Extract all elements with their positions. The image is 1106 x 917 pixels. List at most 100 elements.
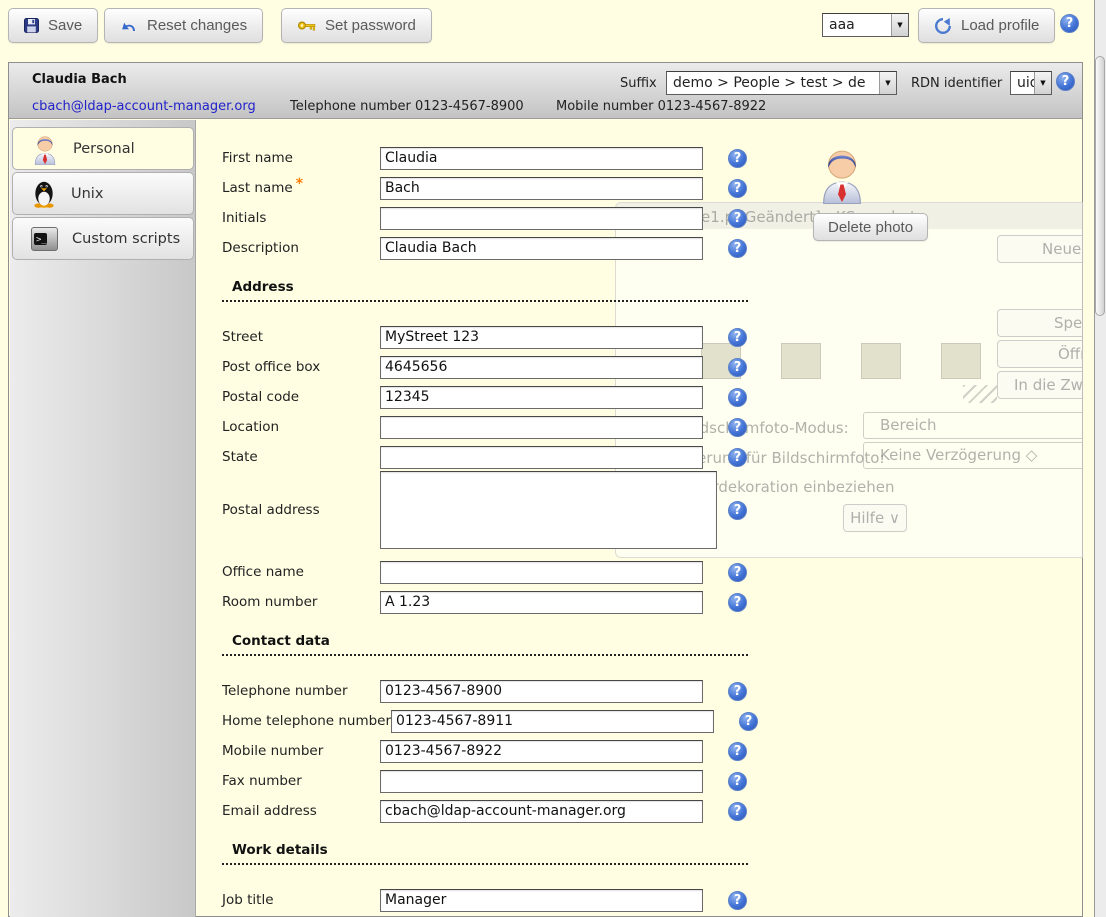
tab-custom-scripts[interactable]: >_ Custom scripts: [12, 217, 194, 260]
terminal-icon: >_: [31, 227, 58, 251]
section-heading-contact-data: Contact data: [222, 633, 748, 656]
account-name: Claudia Bach: [32, 72, 127, 87]
chevron-down-icon: ▼: [1034, 72, 1051, 94]
help-icon[interactable]: ?: [728, 501, 747, 520]
help-icon[interactable]: ?: [728, 179, 747, 198]
postal-address-textarea[interactable]: [380, 471, 717, 549]
form-row: Street ?: [222, 325, 747, 349]
tab-unix[interactable]: Unix: [12, 172, 194, 215]
job-title-label: Job title: [222, 892, 380, 908]
rdn-identifier-select[interactable]: uid ▼: [1010, 71, 1052, 95]
form-row: Home telephone number ?: [222, 709, 758, 733]
form-row: First name ?: [222, 146, 747, 170]
account-mobile: Mobile number 0123-4567-8922: [556, 99, 766, 114]
undo-icon: [120, 18, 138, 33]
state-label: State: [222, 449, 380, 465]
toolbar-help-icon[interactable]: ?: [1060, 14, 1079, 33]
help-icon[interactable]: ?: [728, 388, 747, 407]
help-icon[interactable]: ?: [728, 772, 747, 791]
user-photo[interactable]: [816, 142, 868, 208]
form-row: Fax number ?: [222, 769, 747, 793]
rdn-select-value: uid: [1011, 75, 1034, 91]
suffix-select[interactable]: demo > People > test > de ▼: [666, 71, 897, 95]
first-name-label: First name: [222, 150, 380, 166]
load-profile-label: Load profile: [961, 17, 1039, 34]
location-label: Location: [222, 419, 380, 435]
help-icon[interactable]: ?: [728, 802, 747, 821]
state-input[interactable]: [380, 446, 703, 469]
reset-changes-button[interactable]: Reset changes: [104, 8, 263, 43]
person-icon: [31, 132, 59, 165]
fax-number-input[interactable]: [380, 770, 703, 793]
help-icon[interactable]: ?: [728, 593, 747, 612]
email-address-input[interactable]: [380, 800, 703, 823]
post-office-box-input[interactable]: [380, 356, 703, 379]
delete-photo-label: Delete photo: [828, 219, 913, 236]
suffix-select-value: demo > People > test > de: [667, 75, 879, 91]
help-icon[interactable]: ?: [728, 563, 747, 582]
office-name-input[interactable]: [380, 561, 703, 584]
person-photo-icon: [816, 142, 868, 204]
form-row: Job title ?: [222, 888, 747, 912]
initials-input[interactable]: [380, 207, 703, 230]
reset-changes-label: Reset changes: [147, 17, 247, 34]
help-icon[interactable]: ?: [728, 682, 747, 701]
section-heading-work-details: Work details: [222, 842, 748, 865]
tab-personal[interactable]: Personal: [12, 127, 194, 170]
form-row: Last name* ?: [222, 176, 747, 200]
first-name-input[interactable]: [380, 147, 703, 170]
home-telephone-label: Home telephone number: [222, 713, 391, 729]
telephone-number-input[interactable]: [380, 680, 703, 703]
help-icon[interactable]: ?: [739, 712, 758, 731]
home-telephone-input[interactable]: [391, 710, 714, 733]
postal-code-input[interactable]: [380, 386, 703, 409]
office-name-label: Office name: [222, 564, 380, 580]
help-icon[interactable]: ?: [728, 742, 747, 761]
form-row: Location ?: [222, 415, 747, 439]
save-label: Save: [48, 17, 82, 34]
scrollbar-thumb[interactable]: [1095, 56, 1105, 316]
chevron-down-icon: ▼: [891, 14, 908, 36]
help-icon[interactable]: ?: [728, 149, 747, 168]
help-icon[interactable]: ?: [728, 358, 747, 377]
rdn-identifier-label: RDN identifier: [911, 76, 1002, 91]
section-heading-address: Address: [222, 279, 748, 302]
form-row: Initials ?: [222, 206, 747, 230]
form-row: Description ?: [222, 236, 747, 260]
last-name-input[interactable]: [380, 177, 703, 200]
description-label: Description: [222, 240, 380, 256]
delete-photo-button[interactable]: Delete photo: [813, 213, 928, 241]
room-number-input[interactable]: [380, 591, 703, 614]
postal-address-label: Postal address: [222, 502, 380, 518]
tux-penguin-icon: [31, 178, 57, 209]
fax-number-label: Fax number: [222, 773, 380, 789]
help-icon[interactable]: ?: [728, 328, 747, 347]
save-icon: [24, 18, 39, 33]
mobile-number-input[interactable]: [380, 740, 703, 763]
set-password-button[interactable]: Set password: [281, 8, 432, 43]
load-profile-button[interactable]: Load profile: [918, 8, 1055, 43]
save-button[interactable]: Save: [8, 8, 98, 43]
tab-unix-label: Unix: [71, 186, 103, 202]
description-input[interactable]: [380, 237, 703, 260]
postal-code-label: Postal code: [222, 389, 380, 405]
reload-icon: [934, 17, 952, 35]
profile-select[interactable]: aaa ▼: [822, 13, 909, 37]
account-email-link[interactable]: cbach@ldap-account-manager.org: [32, 99, 256, 114]
street-input[interactable]: [380, 326, 703, 349]
job-title-input[interactable]: [380, 889, 703, 912]
help-icon[interactable]: ?: [728, 418, 747, 437]
help-icon[interactable]: ?: [728, 891, 747, 910]
initials-label: Initials: [222, 210, 380, 226]
tab-personal-label: Personal: [73, 141, 135, 157]
form-row: Telephone number ?: [222, 679, 747, 703]
help-icon[interactable]: ?: [728, 209, 747, 228]
email-address-label: Email address: [222, 803, 380, 819]
form-row: Postal code ?: [222, 385, 747, 409]
header-help-icon[interactable]: ?: [1056, 72, 1075, 91]
help-icon[interactable]: ?: [728, 448, 747, 467]
set-password-label: Set password: [325, 17, 416, 34]
room-number-label: Room number: [222, 594, 380, 610]
help-icon[interactable]: ?: [728, 239, 747, 258]
location-input[interactable]: [380, 416, 703, 439]
